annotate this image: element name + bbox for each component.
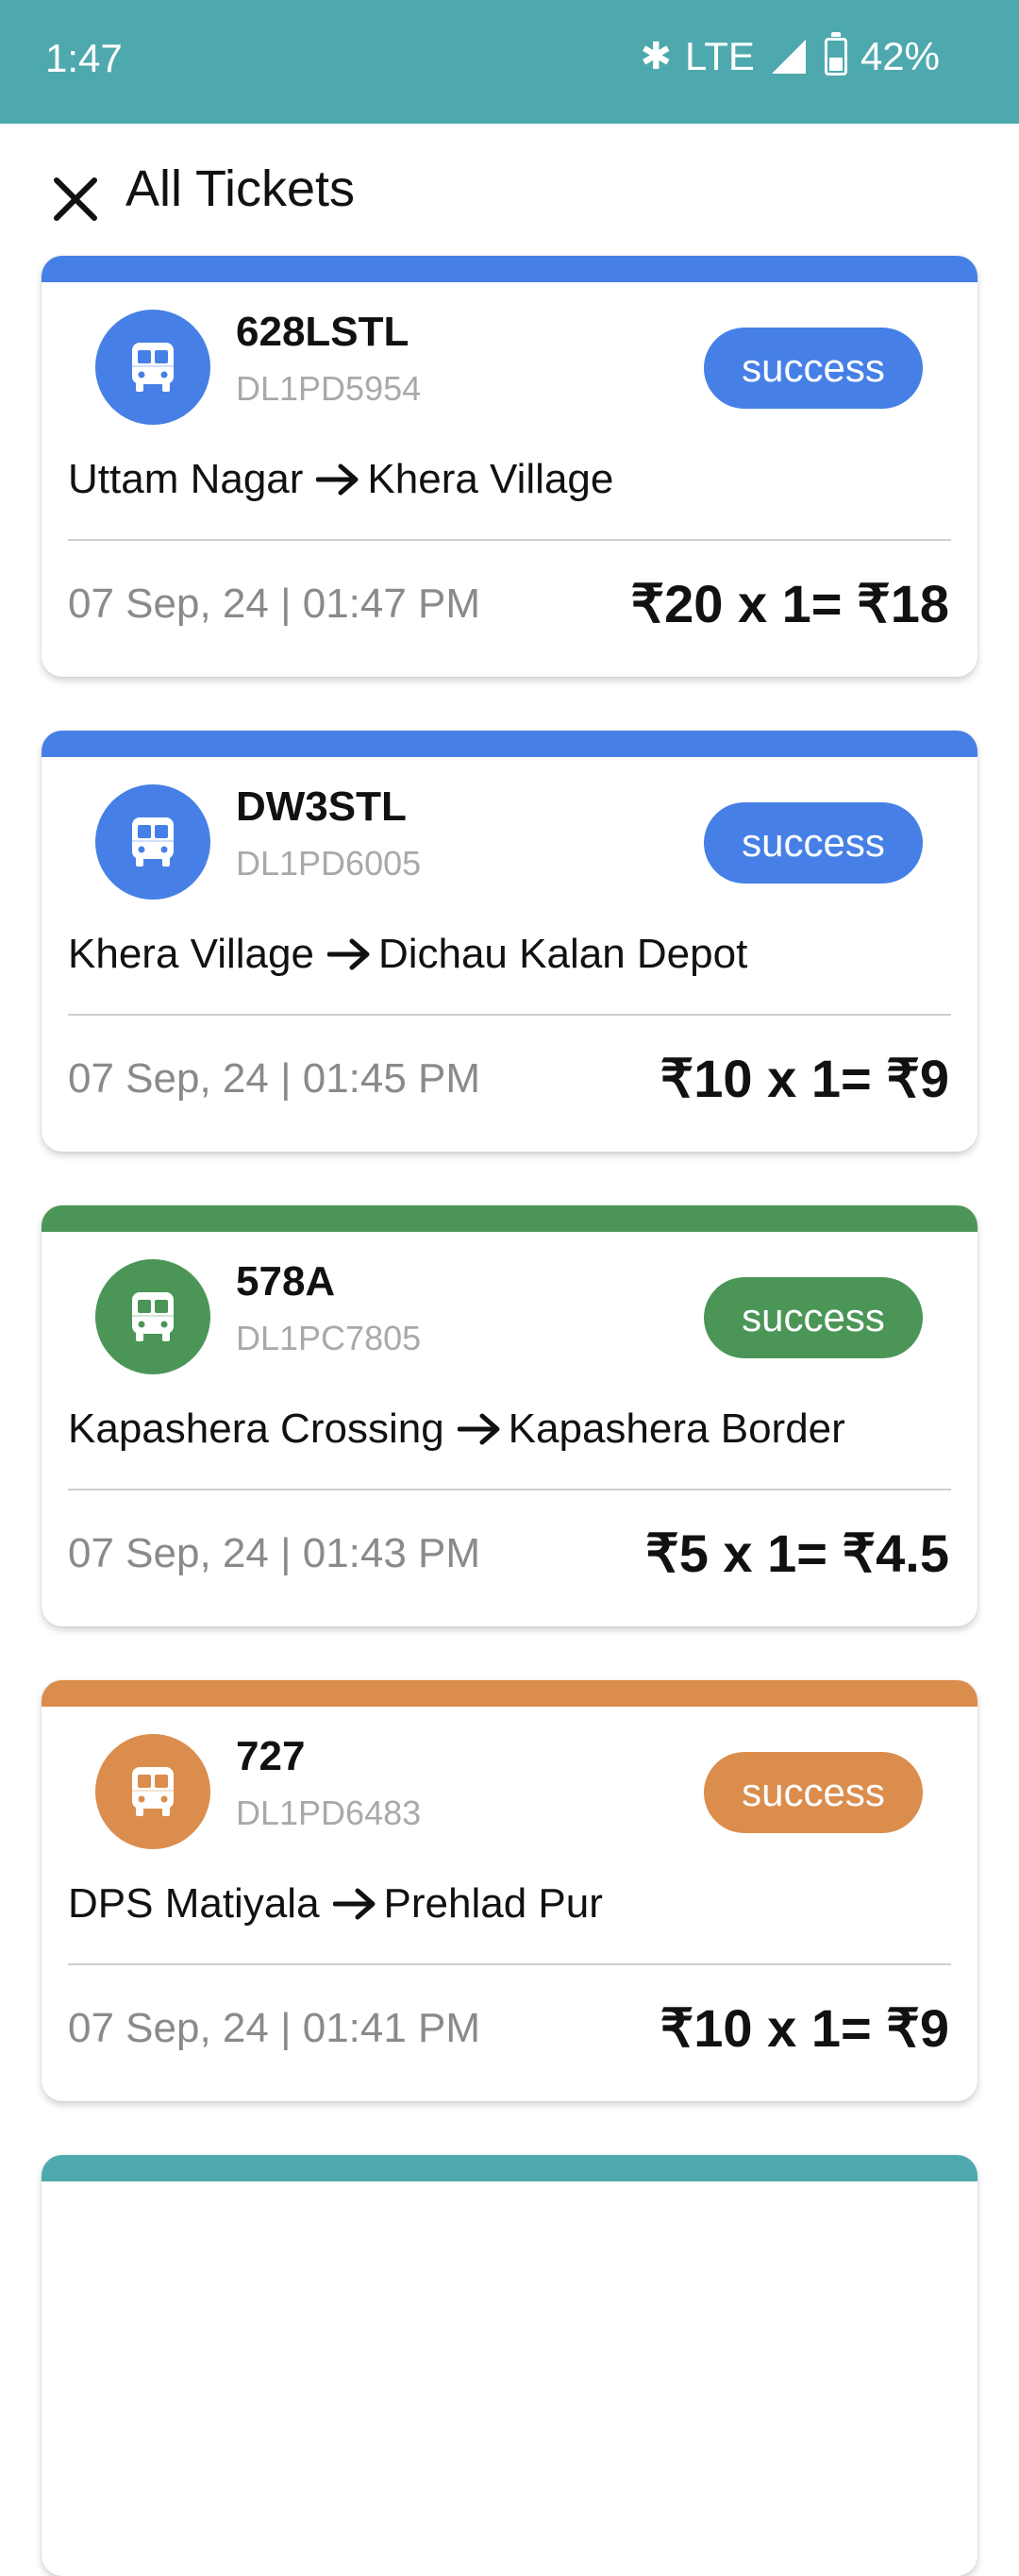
- ticket-datetime: 07 Sep, 24 | 01:47 PM: [68, 581, 481, 627]
- status-badge: success: [704, 328, 923, 409]
- ticket-fare: ₹10 x 1= ₹9: [660, 1049, 949, 1108]
- bus-icon: [95, 1259, 210, 1374]
- close-icon[interactable]: [47, 171, 104, 227]
- bluetooth-icon: ✱: [640, 36, 673, 77]
- ticket-color-bar: [42, 256, 977, 282]
- battery-icon: [824, 32, 847, 76]
- divider: [68, 1963, 951, 1965]
- from-stop: Kapashera Crossing: [68, 1406, 444, 1452]
- arrow-right-icon: [326, 935, 373, 973]
- from-stop: DPS Matiyala: [68, 1880, 320, 1927]
- ticket-datetime: 07 Sep, 24 | 01:43 PM: [68, 1530, 481, 1576]
- status-time: 1:47: [45, 36, 123, 80]
- arrow-right-icon: [332, 1885, 378, 1923]
- ticket-color-bar: [42, 731, 977, 757]
- ticket-card[interactable]: 628LSTL DL1PD5954 success Uttam Nagar Kh…: [42, 256, 977, 677]
- ticket-card[interactable]: 578A DL1PC7805 success Kapashera Crossin…: [42, 1205, 977, 1626]
- route-number: DW3STL: [236, 783, 407, 830]
- ticket-card[interactable]: 727 DL1PD6483 success DPS Matiyala Prehl…: [42, 1680, 977, 2101]
- ticket-color-bar: [42, 1680, 977, 1707]
- route-number: 727: [236, 1733, 306, 1779]
- battery-percent: 42%: [860, 34, 940, 78]
- from-stop: Khera Village: [68, 931, 314, 977]
- journey-stops: DPS Matiyala Prehlad Pur: [68, 1880, 603, 1928]
- arrow-right-icon: [457, 1410, 503, 1448]
- divider: [68, 1014, 951, 1016]
- bus-icon: [95, 1734, 210, 1849]
- ticket-datetime: 07 Sep, 24 | 01:45 PM: [68, 1055, 481, 1102]
- ticket-color-bar: [42, 1205, 977, 1232]
- ticket-fare: ₹20 x 1= ₹18: [630, 574, 949, 633]
- bus-icon: [95, 784, 210, 900]
- ticket-card-partial[interactable]: [42, 2155, 977, 2576]
- to-stop: Prehlad Pur: [383, 1880, 603, 1927]
- ticket-card[interactable]: DW3STL DL1PD6005 success Khera Village D…: [42, 731, 977, 1152]
- to-stop: Dichau Kalan Depot: [377, 931, 748, 977]
- network-type: LTE: [685, 34, 755, 78]
- vehicle-number: DL1PD5954: [236, 369, 422, 408]
- vehicle-number: DL1PD6483: [236, 1793, 422, 1832]
- ticket-datetime: 07 Sep, 24 | 01:41 PM: [68, 2005, 481, 2051]
- from-stop: Uttam Nagar: [68, 456, 304, 502]
- status-badge: success: [704, 1752, 923, 1833]
- divider: [68, 1489, 951, 1490]
- app-header: All Tickets: [0, 124, 1019, 256]
- ticket-color-bar: [42, 2155, 977, 2181]
- route-number: 578A: [236, 1258, 336, 1305]
- journey-stops: Khera Village Dichau Kalan Depot: [68, 931, 747, 978]
- bus-icon: [95, 310, 210, 425]
- status-bar: 1:47 ✱ LTE 42%: [0, 0, 1019, 124]
- status-icons: ✱ LTE 42%: [640, 32, 940, 79]
- vehicle-number: DL1PD6005: [236, 844, 422, 883]
- to-stop: Khera Village: [367, 456, 614, 502]
- signal-icon: [771, 40, 806, 74]
- journey-stops: Uttam Nagar Khera Village: [68, 456, 613, 503]
- divider: [68, 539, 951, 541]
- to-stop: Kapashera Border: [508, 1406, 845, 1452]
- ticket-fare: ₹5 x 1= ₹4.5: [645, 1524, 949, 1583]
- page-title: All Tickets: [125, 160, 356, 217]
- route-number: 628LSTL: [236, 309, 409, 355]
- status-badge: success: [704, 802, 923, 884]
- status-badge: success: [704, 1277, 923, 1358]
- journey-stops: Kapashera Crossing Kapashera Border: [68, 1406, 845, 1453]
- vehicle-number: DL1PC7805: [236, 1319, 422, 1357]
- arrow-right-icon: [316, 461, 361, 498]
- ticket-fare: ₹10 x 1= ₹9: [660, 1998, 949, 2058]
